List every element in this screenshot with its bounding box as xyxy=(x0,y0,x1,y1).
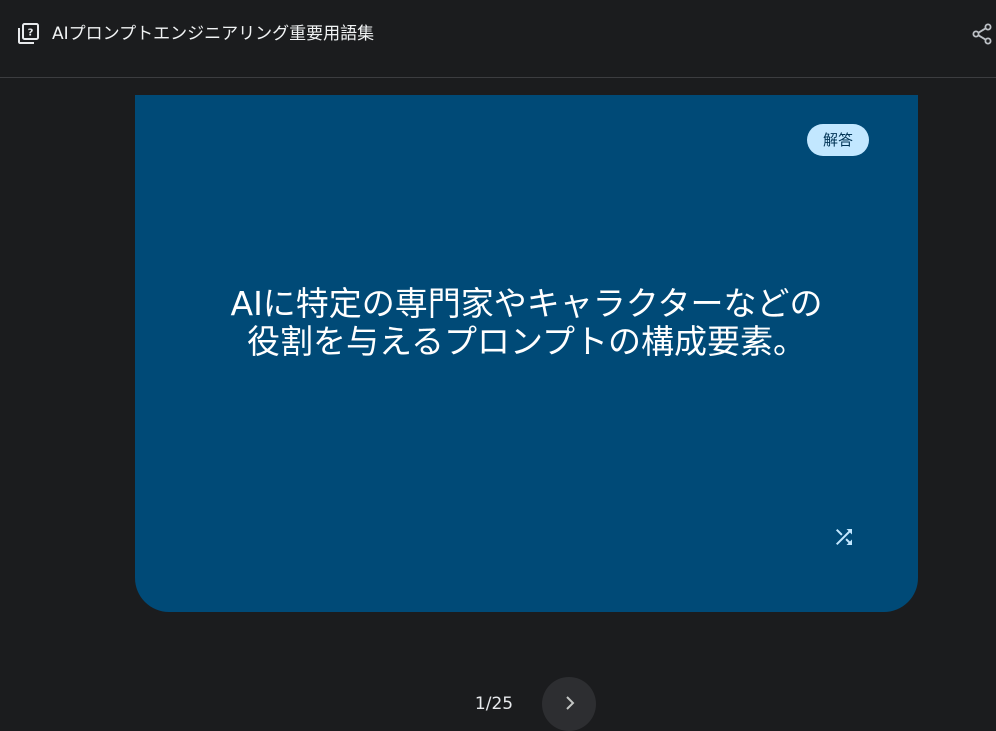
app-header: ? AIプロンプトエンジニアリング重要用語集 xyxy=(0,0,996,78)
shuffle-icon[interactable] xyxy=(832,525,856,549)
svg-text:?: ? xyxy=(28,28,34,39)
flashcard[interactable]: 解答 AIに特定の専門家やキャラクターなどの 役割を与えるプロンプトの構成要素。 xyxy=(135,95,918,612)
answer-badge: 解答 xyxy=(806,124,869,156)
card-text-line: AIに特定の専門家やキャラクターなどの xyxy=(230,284,823,323)
flashcards-icon: ? xyxy=(16,22,40,46)
share-icon[interactable] xyxy=(970,22,994,46)
page-title: AIプロンプトエンジニアリング重要用語集 xyxy=(52,24,375,44)
card-text-line: 役割を与えるプロンプトの構成要素。 xyxy=(246,322,807,361)
card-answer-text: AIに特定の専門家やキャラクターなどの 役割を与えるプロンプトの構成要素。 xyxy=(135,285,918,361)
card-counter: 1/25 xyxy=(474,694,514,714)
next-card-button[interactable] xyxy=(542,677,596,731)
chevron-right-icon xyxy=(566,696,575,710)
